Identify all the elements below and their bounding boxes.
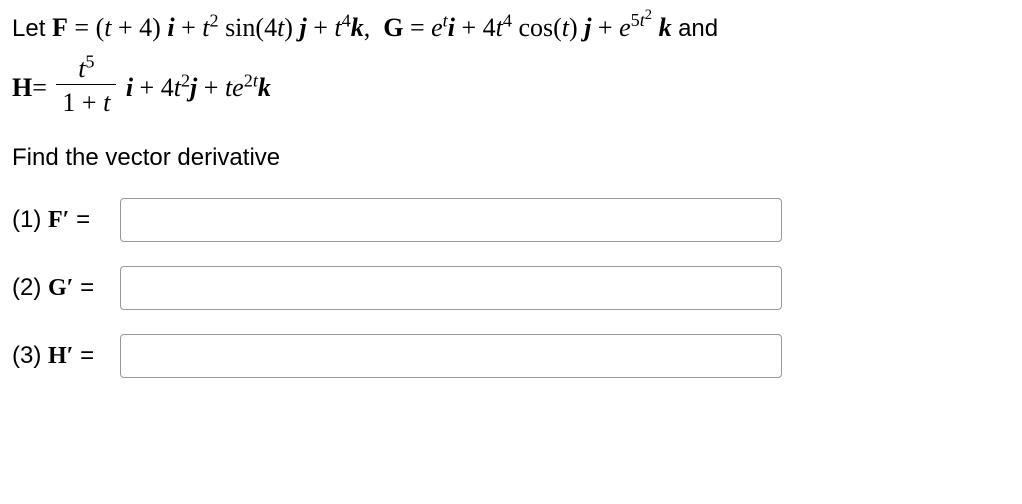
equation-fg: F = (t + 4) i + t2 sin(4t) j + t4k, G = … [52,13,678,42]
answer-row-2: (2) G′ = [12,266,1010,310]
answer-row-1: (1) F′ = [12,198,1010,242]
answer-label-h: (3) H′ = [12,338,120,374]
equation-line-1: Let F = (t + 4) i + t2 sin(4t) j + t4k, … [12,8,1010,47]
equation-h: H = t5 1 + t i + 4t2j + te2tk [12,70,271,99]
instruction-text: Find the vector derivative [12,140,1010,176]
answer-label-f: (1) F′ = [12,202,120,238]
and-text: and [678,15,718,42]
let-text: Let [12,15,52,42]
answer-label-g: (2) G′ = [12,270,120,306]
answer-input-g[interactable] [120,266,782,310]
answer-row-3: (3) H′ = [12,334,1010,378]
answer-input-h[interactable] [120,334,782,378]
answer-input-f[interactable] [120,198,782,242]
equation-line-2: H = t5 1 + t i + 4t2j + te2tk [12,53,1010,122]
